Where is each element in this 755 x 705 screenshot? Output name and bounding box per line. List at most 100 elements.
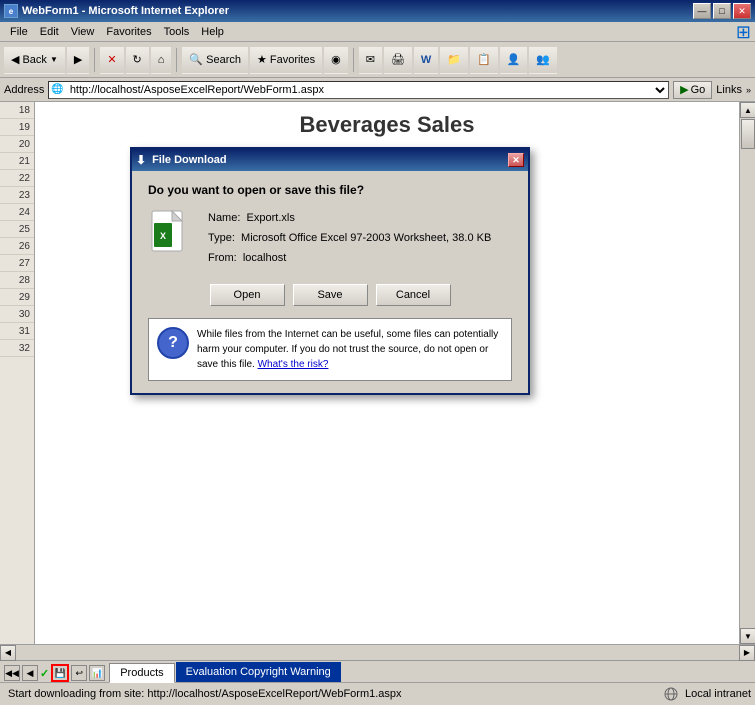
tab-extra-button[interactable]: 📊	[89, 665, 105, 681]
extra-icon-3: 👥	[536, 53, 550, 66]
excel-file-icon: X	[148, 209, 196, 257]
warning-text: While files from the Internet can be use…	[197, 327, 503, 372]
scroll-track-h	[16, 646, 739, 660]
dialog-close-button[interactable]: ✕	[508, 153, 524, 167]
file-details: Name: Export.xls Type: Microsoft Office …	[208, 209, 491, 268]
dialog-title-text: File Download	[152, 154, 227, 166]
extra-btn-3[interactable]: 👥	[529, 46, 557, 74]
file-icon-container: X	[148, 209, 196, 257]
dialog-warning: ? While files from the Internet can be u…	[148, 318, 512, 381]
forward-button[interactable]: ▶	[67, 46, 89, 74]
dialog-file-info: X Name: Export.xls Type: Microsoft Offic…	[148, 209, 512, 268]
links-label: Links	[716, 84, 742, 96]
extra-btn-2[interactable]: 👤	[500, 46, 528, 74]
scroll-right-button[interactable]: ▶	[739, 645, 755, 661]
file-from-label: From:	[208, 252, 237, 264]
window-title: WebForm1 - Microsoft Internet Explorer	[22, 5, 229, 17]
address-input[interactable]	[66, 82, 654, 98]
back-dropdown-icon: ▼	[50, 55, 58, 64]
close-button[interactable]: ✕	[733, 3, 751, 19]
media-icon: ◉	[331, 53, 341, 66]
zone-label: Local intranet	[685, 688, 751, 700]
title-bar: e WebForm1 - Microsoft Internet Explorer…	[0, 0, 755, 22]
status-bar: Start downloading from site: http://loca…	[0, 682, 755, 704]
zone-icon	[663, 686, 679, 702]
shield-question-icon: ?	[168, 334, 178, 352]
back-button[interactable]: ◀ Back ▼	[4, 46, 65, 74]
main-content: 18 19 20 21 22 23 24 25 26 27 28 29 30 3…	[0, 102, 755, 644]
floppy-icon: 💾	[55, 668, 66, 679]
window-controls: — □ ✕	[693, 3, 751, 19]
dialog-overlay: ⬇ File Download ✕ Do you want to open or…	[0, 102, 755, 644]
back-label: Back	[22, 54, 46, 66]
toolbar-sep-2	[176, 48, 177, 72]
toolbar-sep-3	[353, 48, 354, 72]
horizontal-scrollbar: ◀ ▶	[0, 644, 755, 660]
warning-body: While files from the Internet can be use…	[197, 329, 498, 370]
dialog-body: Do you want to open or save this file? X	[132, 171, 528, 393]
refresh-button[interactable]: ↻	[126, 46, 149, 74]
tab-evaluation-warning[interactable]: Evaluation Copyright Warning	[176, 662, 341, 682]
refresh-icon: ↻	[133, 53, 142, 66]
file-type-row: Type: Microsoft Office Excel 97-2003 Wor…	[208, 229, 491, 249]
address-label: Address	[4, 84, 44, 96]
word-button[interactable]: W	[414, 46, 438, 74]
tab-prev-button[interactable]: ◀	[22, 665, 38, 681]
check-icon: ✓	[40, 667, 49, 680]
save-button[interactable]: Save	[293, 284, 368, 306]
save-icon-button[interactable]: 💾	[51, 664, 69, 682]
mail-button[interactable]: ✉	[359, 46, 382, 74]
minimize-button[interactable]: —	[693, 3, 711, 19]
links-expand-icon: »	[746, 85, 751, 95]
tab-first-button[interactable]: ◀◀	[4, 665, 20, 681]
home-icon: ⌂	[158, 54, 165, 66]
address-dropdown[interactable]: ▼	[654, 82, 668, 98]
cancel-button[interactable]: Cancel	[376, 284, 451, 306]
menu-help[interactable]: Help	[195, 24, 230, 40]
menu-file[interactable]: File	[4, 24, 34, 40]
go-arrow-icon: ▶	[680, 83, 688, 96]
tab-bar: ◀◀ ◀ ✓ 💾 ↩ 📊 Products Evaluation Copyrig…	[0, 660, 755, 682]
title-bar-left: e WebForm1 - Microsoft Internet Explorer	[4, 4, 229, 18]
menu-tools[interactable]: Tools	[158, 24, 196, 40]
menu-bar: File Edit View Favorites Tools Help	[0, 22, 755, 42]
menu-edit[interactable]: Edit	[34, 24, 65, 40]
folder-button[interactable]: 📁	[440, 46, 468, 74]
favorites-button[interactable]: ★ Favorites	[250, 46, 322, 74]
menu-view[interactable]: View	[65, 24, 101, 40]
undo-button[interactable]: ↩	[71, 665, 87, 681]
file-name-value: Export.xls	[247, 212, 295, 224]
windows-logo: ⊞	[732, 22, 755, 43]
ie-icon: e	[4, 4, 18, 18]
open-button[interactable]: Open	[210, 284, 285, 306]
file-from-row: From: localhost	[208, 249, 491, 269]
search-icon: 🔍	[189, 53, 203, 66]
toolbar-sep-1	[94, 48, 95, 72]
print-button[interactable]: 🖨	[384, 46, 412, 74]
scroll-left-button[interactable]: ◀	[0, 645, 16, 661]
tab-products-label: Products	[120, 667, 163, 679]
extra-btn-1[interactable]: 📋	[470, 46, 498, 74]
go-button[interactable]: ▶ Go	[673, 81, 712, 99]
stop-button[interactable]: ✕	[100, 46, 123, 74]
status-text: Start downloading from site: http://loca…	[4, 688, 661, 700]
forward-arrow-icon: ▶	[74, 53, 82, 66]
file-name-label: Name:	[208, 212, 240, 224]
file-download-dialog: ⬇ File Download ✕ Do you want to open or…	[130, 147, 530, 395]
favorites-label: Favorites	[270, 54, 315, 66]
svg-text:X: X	[160, 231, 166, 241]
maximize-button[interactable]: □	[713, 3, 731, 19]
media-button[interactable]: ◉	[324, 46, 348, 74]
file-name-row: Name: Export.xls	[208, 209, 491, 229]
home-button[interactable]: ⌂	[151, 46, 172, 74]
warning-shield-icon: ?	[157, 327, 189, 359]
search-label: Search	[206, 54, 241, 66]
word-icon: W	[421, 54, 431, 66]
search-button[interactable]: 🔍 Search	[182, 46, 248, 74]
file-from-value: localhost	[243, 252, 286, 264]
tab-warning-label: Evaluation Copyright Warning	[186, 666, 331, 678]
dialog-title-bar: ⬇ File Download ✕	[132, 149, 528, 171]
whats-risk-link[interactable]: What's the risk?	[258, 359, 329, 370]
tab-products[interactable]: Products	[109, 663, 174, 683]
menu-favorites[interactable]: Favorites	[100, 24, 157, 40]
